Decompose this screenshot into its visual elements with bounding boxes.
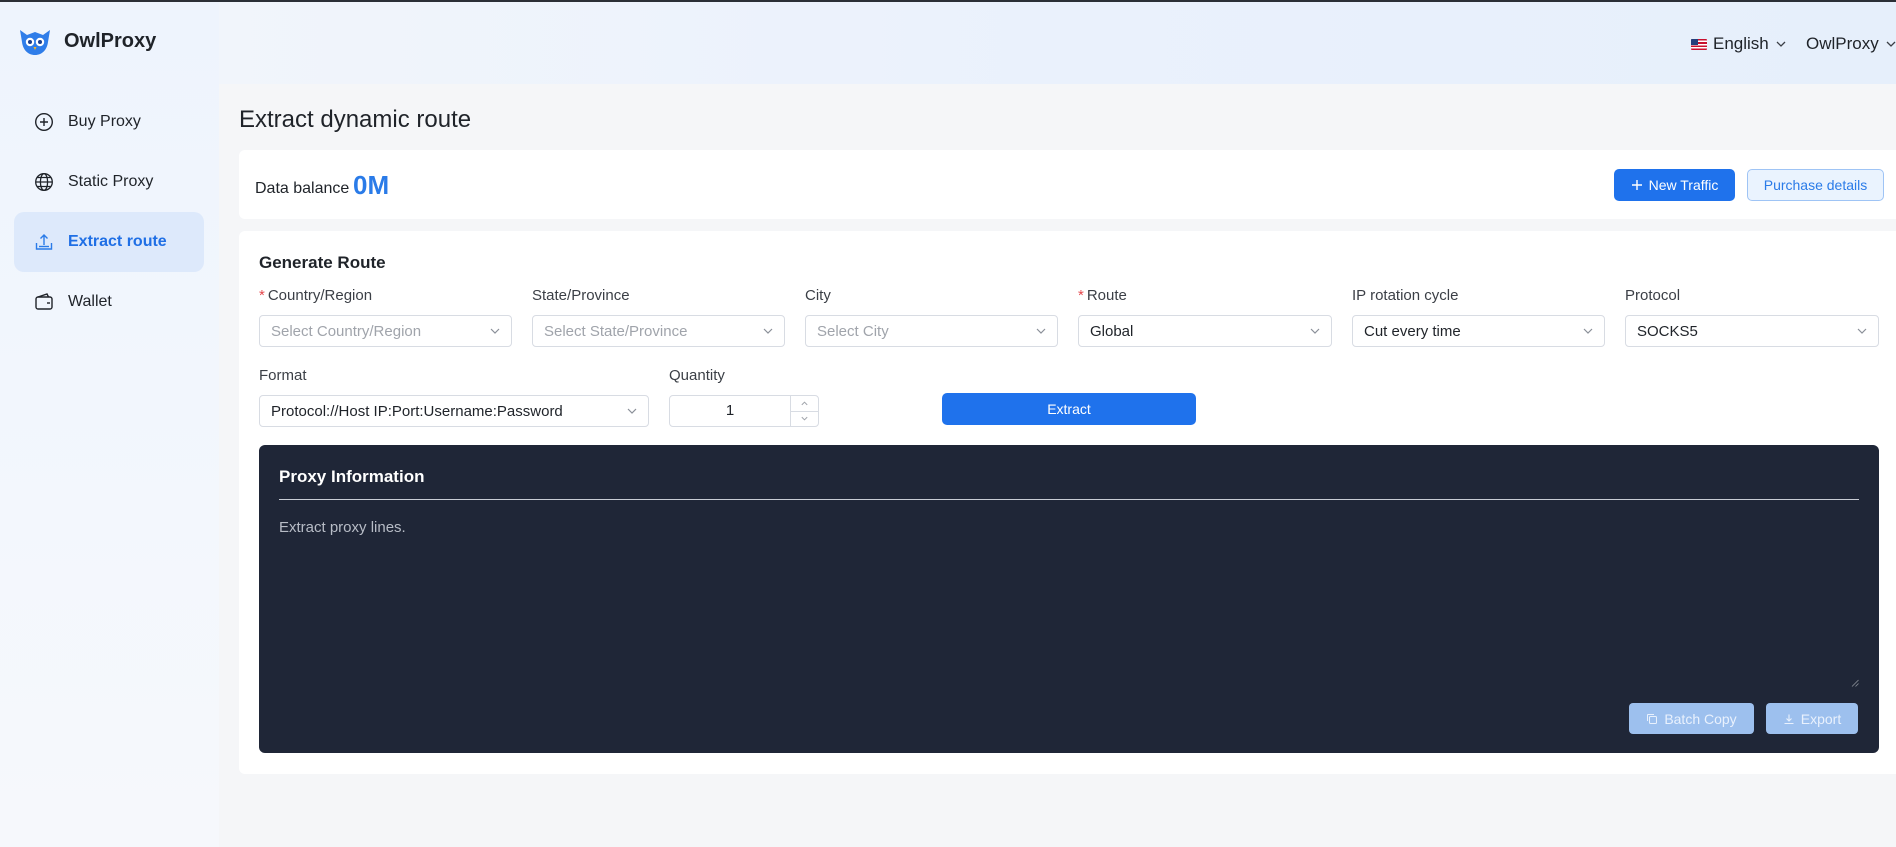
sidebar-item-buy-proxy[interactable]: Buy Proxy bbox=[14, 92, 204, 152]
plus-circle-icon bbox=[34, 112, 54, 132]
city-placeholder: Select City bbox=[817, 322, 889, 340]
owl-logo-icon bbox=[20, 30, 50, 55]
country-label: * Country/Region bbox=[259, 287, 373, 304]
state-label: State/Province bbox=[532, 287, 630, 304]
sidebar-item-wallet[interactable]: Wallet bbox=[14, 272, 204, 332]
protocol-value: SOCKS5 bbox=[1637, 322, 1698, 340]
decrement-button[interactable] bbox=[791, 410, 818, 427]
purchase-details-label: Purchase details bbox=[1763, 177, 1868, 193]
required-marker: * bbox=[1078, 287, 1084, 304]
batch-copy-label: Batch Copy bbox=[1664, 710, 1737, 727]
format-value: Protocol://Host IP:Port:Username:Passwor… bbox=[271, 402, 563, 420]
language-label: English bbox=[1713, 34, 1769, 53]
increment-button[interactable] bbox=[791, 396, 818, 411]
rotation-value: Cut every time bbox=[1364, 322, 1461, 340]
new-traffic-button[interactable]: New Traffic bbox=[1614, 169, 1735, 201]
balance-card: Data balance 0M New Traffic Purchase det… bbox=[239, 150, 1896, 219]
extract-label: Extract bbox=[1047, 401, 1091, 417]
route-value: Global bbox=[1090, 322, 1134, 340]
required-marker: * bbox=[259, 287, 265, 304]
chevron-down-icon bbox=[627, 408, 637, 414]
top-header bbox=[219, 2, 1896, 84]
protocol-select[interactable]: SOCKS5 bbox=[1625, 315, 1879, 347]
extract-button[interactable]: Extract bbox=[942, 393, 1196, 425]
city-select[interactable]: Select City bbox=[805, 315, 1058, 347]
chevron-down-icon bbox=[490, 328, 500, 334]
sidebar-item-label: Static Proxy bbox=[68, 173, 154, 190]
quantity-stepper[interactable]: 1 bbox=[669, 395, 819, 427]
city-label: City bbox=[805, 287, 831, 304]
proxy-information-panel: Proxy Information Extract proxy lines. B… bbox=[259, 445, 1879, 753]
purchase-details-button[interactable]: Purchase details bbox=[1747, 169, 1884, 201]
route-select[interactable]: Global bbox=[1078, 315, 1332, 347]
chevron-down-icon bbox=[763, 328, 773, 334]
us-flag-icon bbox=[1691, 38, 1707, 50]
chevron-down-icon bbox=[1886, 41, 1896, 47]
upload-tray-icon bbox=[35, 234, 53, 250]
chevron-down-icon bbox=[1776, 41, 1786, 47]
copy-icon bbox=[1647, 713, 1658, 724]
new-traffic-label: New Traffic bbox=[1648, 177, 1719, 193]
state-select[interactable]: Select State/Province bbox=[532, 315, 785, 347]
brand[interactable]: OwlProxy bbox=[18, 24, 156, 58]
proxy-lines-textarea[interactable]: Extract proxy lines. bbox=[279, 519, 406, 536]
rotation-select[interactable]: Cut every time bbox=[1352, 315, 1605, 347]
chevron-down-icon bbox=[1583, 328, 1593, 334]
quantity-label: Quantity bbox=[669, 367, 725, 384]
download-icon bbox=[1784, 714, 1794, 724]
sidebar: OwlProxy Buy Proxy Static Proxy Extract … bbox=[0, 2, 219, 847]
resize-grip-icon[interactable] bbox=[1851, 679, 1859, 687]
chevron-down-icon bbox=[801, 417, 808, 421]
balance-label: Data balance bbox=[255, 180, 350, 197]
chevron-up-icon bbox=[801, 401, 808, 405]
user-menu[interactable]: OwlProxy bbox=[1806, 30, 1896, 58]
proxy-info-title: Proxy Information bbox=[279, 467, 425, 486]
export-label: Export bbox=[1800, 710, 1842, 727]
state-placeholder: Select State/Province bbox=[544, 322, 688, 340]
globe-icon bbox=[35, 173, 53, 191]
sidebar-item-label: Buy Proxy bbox=[68, 113, 141, 130]
format-label: Format bbox=[259, 367, 307, 384]
wallet-icon bbox=[35, 293, 53, 310]
sidebar-item-label: Wallet bbox=[68, 293, 112, 310]
balance-value: 0M bbox=[353, 170, 390, 200]
page-title: Extract dynamic route bbox=[239, 106, 472, 133]
chevron-down-icon bbox=[1857, 328, 1867, 334]
sidebar-item-extract-route[interactable]: Extract route bbox=[14, 212, 204, 272]
section-title: Generate Route bbox=[259, 253, 386, 272]
country-placeholder: Select Country/Region bbox=[271, 322, 422, 340]
generate-route-card: Generate Route * Country/Region State/Pro… bbox=[239, 231, 1896, 774]
chevron-down-icon bbox=[1036, 328, 1046, 334]
quantity-value[interactable]: 1 bbox=[670, 396, 790, 426]
sidebar-item-static-proxy[interactable]: Static Proxy bbox=[14, 152, 204, 212]
export-button[interactable]: Export bbox=[1766, 703, 1858, 734]
route-label: * Route bbox=[1078, 287, 1127, 304]
brand-name: OwlProxy bbox=[64, 29, 157, 52]
country-select[interactable]: Select Country/Region bbox=[259, 315, 512, 347]
divider bbox=[279, 499, 1859, 500]
plus-icon bbox=[1631, 180, 1642, 190]
rotation-label: IP rotation cycle bbox=[1352, 287, 1459, 304]
language-selector[interactable]: English bbox=[1691, 30, 1787, 58]
sidebar-item-label: Extract route bbox=[68, 233, 167, 250]
protocol-label: Protocol bbox=[1625, 287, 1681, 304]
format-select[interactable]: Protocol://Host IP:Port:Username:Passwor… bbox=[259, 395, 649, 427]
user-name: OwlProxy bbox=[1806, 34, 1879, 53]
batch-copy-button[interactable]: Batch Copy bbox=[1629, 703, 1754, 734]
sidebar-nav: Buy Proxy Static Proxy Extract route Wal… bbox=[14, 92, 204, 332]
stepper-arrows bbox=[790, 396, 818, 426]
chevron-down-icon bbox=[1310, 328, 1320, 334]
